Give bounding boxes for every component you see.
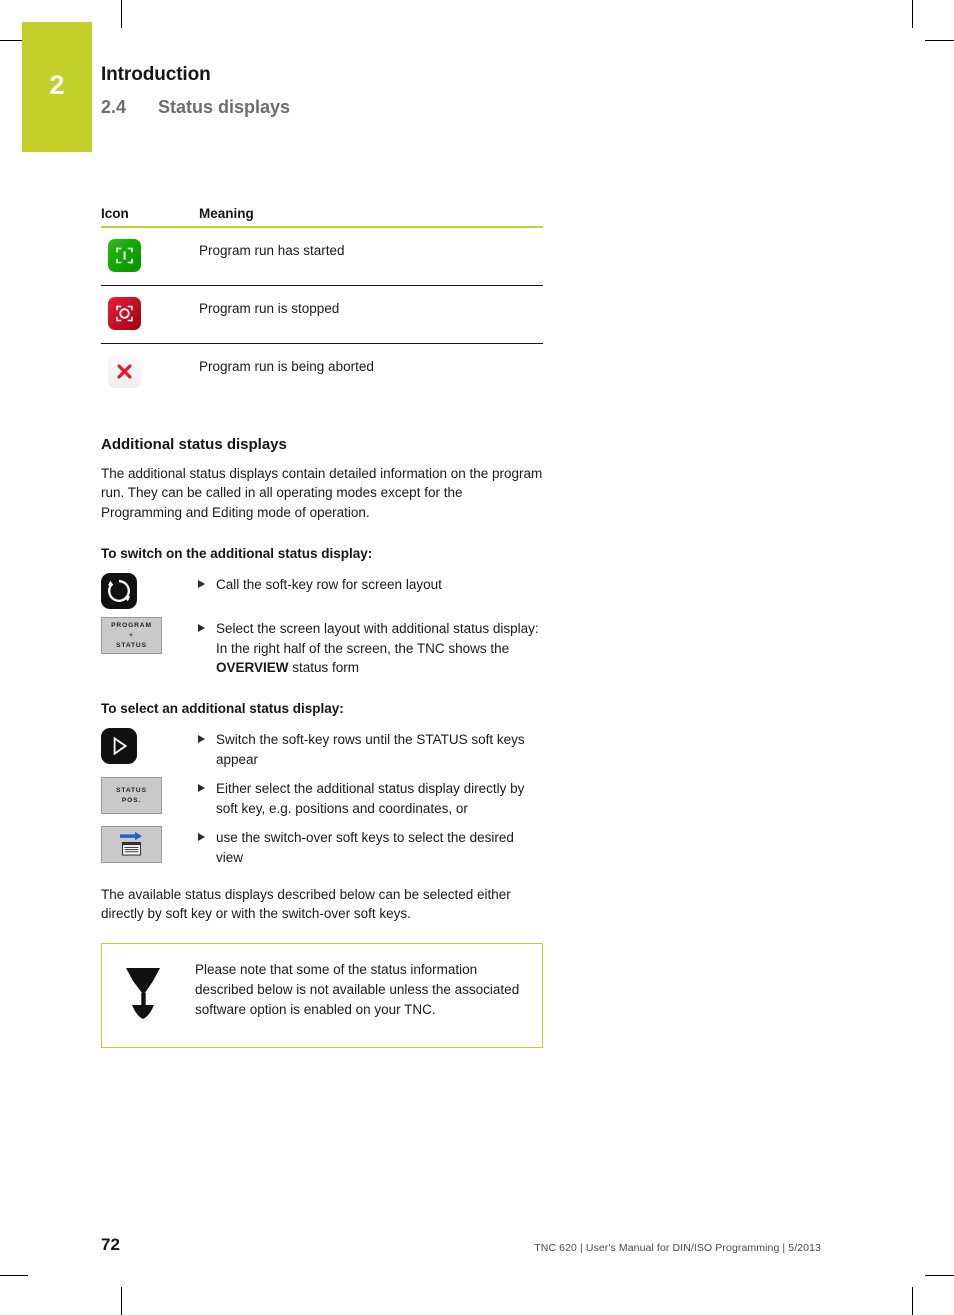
key-cell <box>101 572 198 610</box>
procedure-step: Call the soft-key row for screen layout <box>101 572 543 610</box>
key-cell: STATUS POS. <box>101 776 198 815</box>
step-text-before: Select the screen layout with additional… <box>216 621 539 656</box>
footer-page-number: 72 <box>101 1235 120 1254</box>
table-row: Program run is stopped <box>101 285 543 344</box>
bullet-triangle-icon <box>198 784 205 793</box>
switch-over-glyph <box>112 831 152 858</box>
select-display-heading: To select an additional status display: <box>101 700 344 716</box>
crop-mark-top-right-vertical <box>912 0 913 28</box>
table-row: Program run is being aborted <box>101 344 543 402</box>
softkey-row-right-key-icon[interactable] <box>101 728 137 765</box>
step-text-cell: Either select the additional status disp… <box>198 776 543 818</box>
column-header-icon: Icon <box>101 206 199 228</box>
closing-paragraph: The available status displays described … <box>101 886 511 922</box>
section-heading: 2.4 Status displays <box>101 96 801 119</box>
bullet-triangle-icon <box>198 735 205 744</box>
step-text: use the switch-over soft keys to select … <box>216 830 514 865</box>
meaning-cell: Program run is stopped <box>199 285 543 344</box>
crop-mark-bottom-right-horizontal <box>925 1275 954 1276</box>
step-text: Select the screen layout with additional… <box>216 619 543 678</box>
softkey-label-line: POS. <box>121 796 142 804</box>
note-box: Please note that some of the status info… <box>101 943 543 1049</box>
bullet-triangle-icon <box>198 580 205 589</box>
crop-mark-bottom-right-vertical <box>912 1287 913 1315</box>
note-text: Please note that some of the status info… <box>195 962 520 1017</box>
crop-mark-bottom-left-horizontal <box>0 1275 28 1276</box>
page-content: Icon Meaning Program run has started Pro… <box>101 206 543 1049</box>
step-text: Call the soft-key row for screen layout <box>216 577 442 593</box>
bullet-triangle-icon <box>198 833 205 842</box>
softkey-label-line: PROGRAM <box>111 621 152 629</box>
softkey-label-line: STATUS <box>116 786 147 794</box>
step-text: Switch the soft-key rows until the STATU… <box>216 732 525 767</box>
procedure-step: PROGRAM + STATUS Select the screen layou… <box>101 616 543 678</box>
program-run-started-icon <box>108 239 141 272</box>
switch-on-heading: To switch on the additional status displ… <box>101 546 373 562</box>
crop-mark-bottom-left-vertical <box>121 1287 122 1315</box>
icon-cell <box>101 227 199 286</box>
column-header-meaning: Meaning <box>199 206 543 228</box>
procedure-step: Switch the soft-key rows until the STATU… <box>101 727 543 769</box>
softkey-label-line: STATUS <box>116 641 147 649</box>
program-run-aborted-icon <box>108 355 141 388</box>
screen-layout-key-icon[interactable] <box>101 573 137 610</box>
crop-mark-top-right-horizontal <box>925 40 954 41</box>
step-text-cell: use the switch-over soft keys to select … <box>198 825 543 867</box>
program-run-stopped-icon <box>108 297 141 330</box>
key-cell: PROGRAM + STATUS <box>101 616 198 655</box>
status-icon-table: Icon Meaning Program run has started Pro… <box>101 206 543 401</box>
meaning-cell: Program run has started <box>199 227 543 286</box>
procedure-step: use the switch-over soft keys to select … <box>101 825 543 867</box>
switch-over-softkey[interactable] <box>101 826 162 864</box>
note-icon-cell <box>116 960 195 1029</box>
step-text-cell: Call the soft-key row for screen layout <box>198 572 543 595</box>
softkey-label-line: + <box>129 631 134 639</box>
meaning-cell: Program run is being aborted <box>199 359 374 374</box>
table-row: Program run has started <box>101 227 543 286</box>
additional-status-intro: The additional status displays contain d… <box>101 465 543 521</box>
blue-right-arrow-icon <box>119 832 142 841</box>
chapter-tab: 2 <box>22 22 92 152</box>
step-text-emphasis: OVERVIEW <box>216 660 289 676</box>
icon-cell <box>101 285 199 344</box>
step-text-after: status form <box>288 660 360 676</box>
section-title: Status displays <box>158 96 291 117</box>
chapter-title: Introduction <box>101 64 211 85</box>
chapter-number: 2 <box>49 70 65 100</box>
document-lines-icon <box>121 842 141 856</box>
key-cell <box>101 727 198 765</box>
bullet-triangle-icon <box>198 624 205 633</box>
milling-cutter-icon <box>126 968 160 1020</box>
step-text: Either select the additional status disp… <box>216 781 525 816</box>
section-number: 2.4 <box>101 96 127 117</box>
step-text-cell: Switch the soft-key rows until the STATU… <box>198 727 543 769</box>
program-status-softkey[interactable]: PROGRAM + STATUS <box>101 617 162 655</box>
crop-mark-top-left-vertical <box>121 0 122 28</box>
running-head: Introduction 2.4 Status displays <box>101 62 801 119</box>
key-cell <box>101 825 198 864</box>
step-text-cell: Select the screen layout with additional… <box>198 616 543 678</box>
status-pos-softkey[interactable]: STATUS POS. <box>101 777 162 815</box>
additional-status-heading: Additional status displays <box>101 436 287 453</box>
icon-cell <box>101 344 199 402</box>
footer-meta: TNC 620 | User's Manual for DIN/ISO Prog… <box>534 1242 821 1254</box>
table-header-row: Icon Meaning <box>101 206 543 228</box>
procedure-step: STATUS POS. Either select the additional… <box>101 776 543 818</box>
